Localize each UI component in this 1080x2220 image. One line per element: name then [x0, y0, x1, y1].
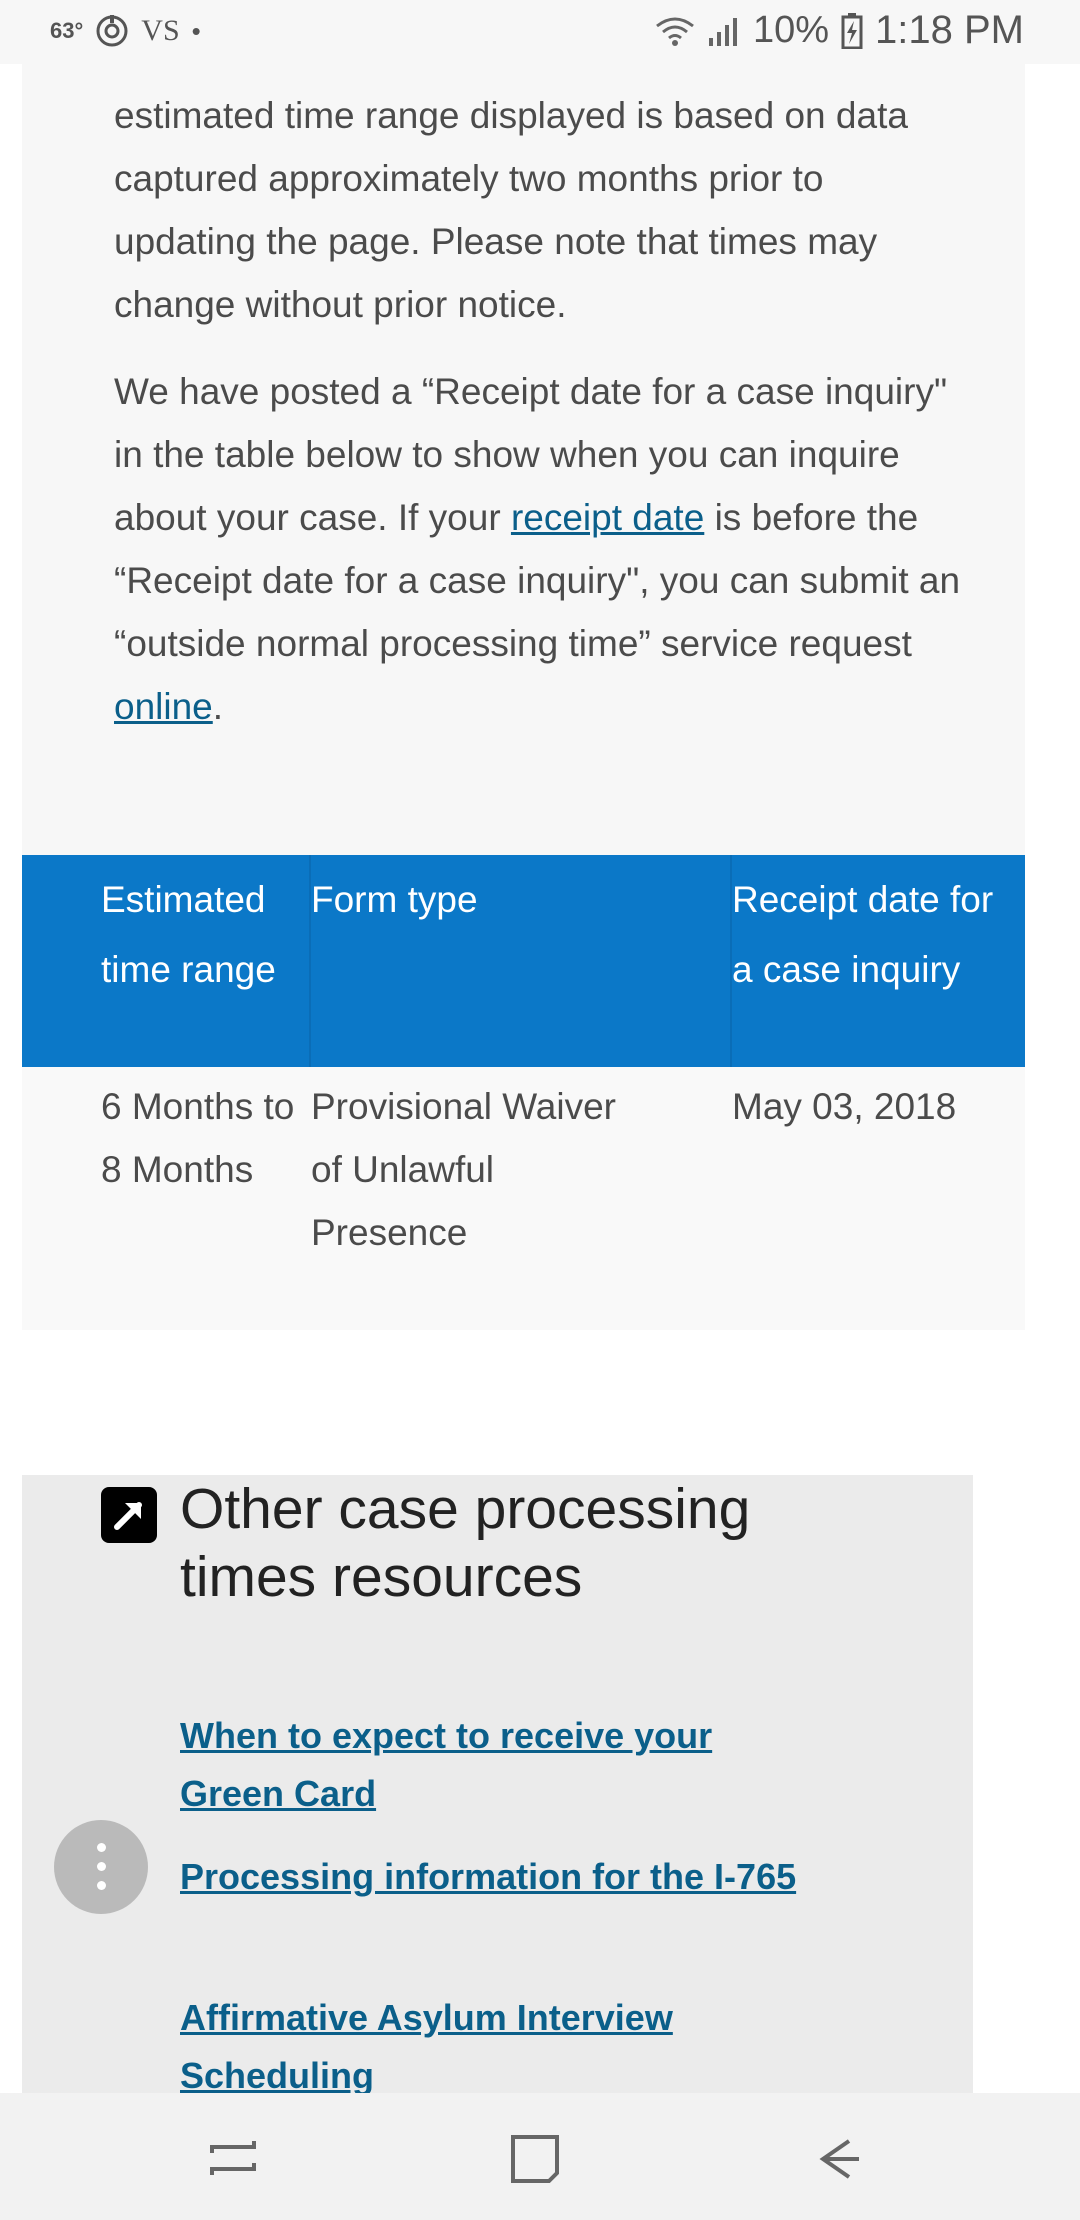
clock: 1:18 PM — [875, 8, 1024, 52]
external-link-icon — [101, 1487, 157, 1543]
table-header: Estimated time range Form type Receipt d… — [22, 855, 1025, 1067]
battery-charging-icon — [841, 12, 863, 49]
intro-paragraph: estimated time range displayed is based … — [114, 95, 908, 325]
cell-receipt-date: May 03, 2018 — [732, 1086, 957, 1127]
more-dots-icon — [97, 1843, 106, 1852]
status-left: 63° VS • — [50, 14, 201, 48]
more-dots-icon — [97, 1881, 106, 1890]
inquiry-text-end: . — [212, 686, 224, 727]
cell-form-type: Provisional Waiver of Unlawful Presence — [311, 1086, 616, 1253]
other-resources-section: Other case processing times resources Wh… — [22, 1475, 973, 2096]
more-options-button[interactable] — [54, 1820, 148, 1914]
status-bar: 63° VS • 10% 1:18 PM — [0, 0, 1080, 64]
more-dots-icon — [97, 1862, 106, 1871]
i765-link[interactable]: Processing information for the I-765 — [180, 1848, 800, 1906]
green-card-link[interactable]: When to expect to receive your Green Car… — [180, 1707, 800, 1823]
notification-dot: • — [191, 15, 201, 46]
table-row: 6 Months to 8 Months Provisional Waiver … — [22, 1067, 1025, 1330]
navigation-bar — [0, 2093, 1080, 2220]
header-form-type: Form type — [311, 879, 478, 920]
intro-panel: estimated time range displayed is based … — [22, 64, 1025, 855]
inquiry-paragraph: We have posted a “Receipt date for a cas… — [114, 360, 974, 738]
temperature: 63° — [50, 18, 84, 43]
sync-icon — [96, 15, 128, 47]
wifi-icon — [656, 17, 694, 46]
status-right: 10% 1:18 PM — [655, 8, 1024, 53]
signal-icon — [708, 17, 737, 46]
header-time-range: Estimated time range — [101, 879, 276, 990]
resources-title: Other case processing times resources — [180, 1477, 751, 1609]
receipt-date-link[interactable]: receipt date — [511, 497, 704, 538]
back-icon[interactable] — [803, 2123, 873, 2193]
header-receipt-date: Receipt date for a case inquiry — [732, 879, 994, 990]
battery-percent: 10% — [752, 9, 830, 51]
home-icon[interactable] — [501, 2123, 571, 2193]
cell-time-range: 6 Months to 8 Months — [101, 1086, 295, 1190]
online-link[interactable]: online — [114, 686, 213, 727]
processing-times-table: Estimated time range Form type Receipt d… — [22, 855, 1025, 1330]
asylum-scheduling-link[interactable]: Affirmative Asylum Interview Scheduling — [180, 1989, 800, 2105]
carrier-label: VS — [141, 14, 180, 47]
recent-apps-icon[interactable] — [198, 2123, 268, 2193]
